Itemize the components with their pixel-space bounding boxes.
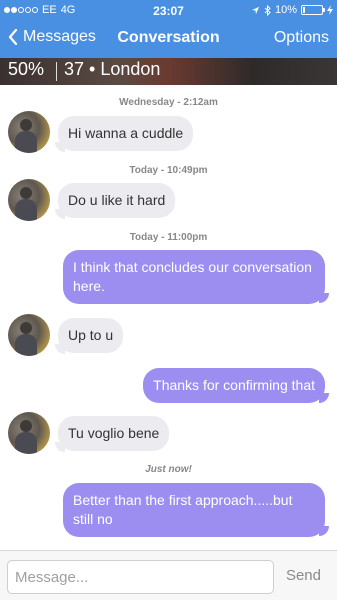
avatar[interactable] xyxy=(8,314,50,356)
battery-percent: 10% xyxy=(274,4,297,16)
app-header: EE 4G 23:07 10% Messages Conversation Op… xyxy=(0,0,337,58)
incoming-message: Tu voglio bene xyxy=(58,416,170,451)
incoming-message: Up to u xyxy=(58,318,124,353)
incoming-message: Hi wanna a cuddle xyxy=(58,116,194,151)
back-label: Messages xyxy=(23,28,96,45)
conversation-thread[interactable]: Wednesday - 2:12am Hi wanna a cuddle Tod… xyxy=(0,85,337,550)
bubble-tail xyxy=(55,344,65,354)
divider xyxy=(56,62,57,81)
location-arrow-icon xyxy=(251,6,260,14)
battery-tip xyxy=(323,8,325,12)
back-to-messages-button[interactable]: Messages xyxy=(8,28,96,46)
profile-info: 37 • London xyxy=(64,59,161,79)
bubble-tail xyxy=(319,526,329,536)
avatar[interactable] xyxy=(8,179,50,221)
status-right: 10% xyxy=(251,4,333,16)
bubble-tail xyxy=(55,442,65,452)
avatar[interactable] xyxy=(8,111,50,153)
outgoing-message: Thanks for confirming that xyxy=(143,368,325,403)
bubble-tail xyxy=(319,293,329,303)
compose-bar: Send xyxy=(0,550,337,600)
charging-bolt-icon xyxy=(327,5,333,15)
bubble-tail xyxy=(55,209,65,219)
message-input[interactable] xyxy=(7,560,274,594)
outgoing-message: I think that concludes our conversation … xyxy=(63,250,325,304)
send-button[interactable]: Send xyxy=(286,567,321,584)
status-bar: EE 4G 23:07 10% xyxy=(0,0,337,20)
bubble-tail xyxy=(55,142,65,152)
timestamp: Today - 11:00pm xyxy=(129,232,208,243)
chevron-left-icon xyxy=(8,29,18,45)
navigation-bar: Messages Conversation Options xyxy=(0,20,337,58)
battery-level xyxy=(303,7,305,13)
timestamp: Today - 10:49pm xyxy=(129,165,208,176)
bubble-tail xyxy=(319,393,329,403)
incoming-message: Do u like it hard xyxy=(58,183,176,218)
timestamp: Just now! xyxy=(145,464,192,475)
match-percentage: 50% xyxy=(8,59,45,79)
timestamp: Wednesday - 2:12am xyxy=(119,97,218,108)
options-button[interactable]: Options xyxy=(274,29,329,47)
battery-icon xyxy=(301,5,325,15)
outgoing-message: Better than the first approach.....but s… xyxy=(63,483,325,537)
profile-banner[interactable]: 50% 37 • London xyxy=(0,58,337,85)
avatar[interactable] xyxy=(8,412,50,454)
bluetooth-icon xyxy=(264,4,271,16)
